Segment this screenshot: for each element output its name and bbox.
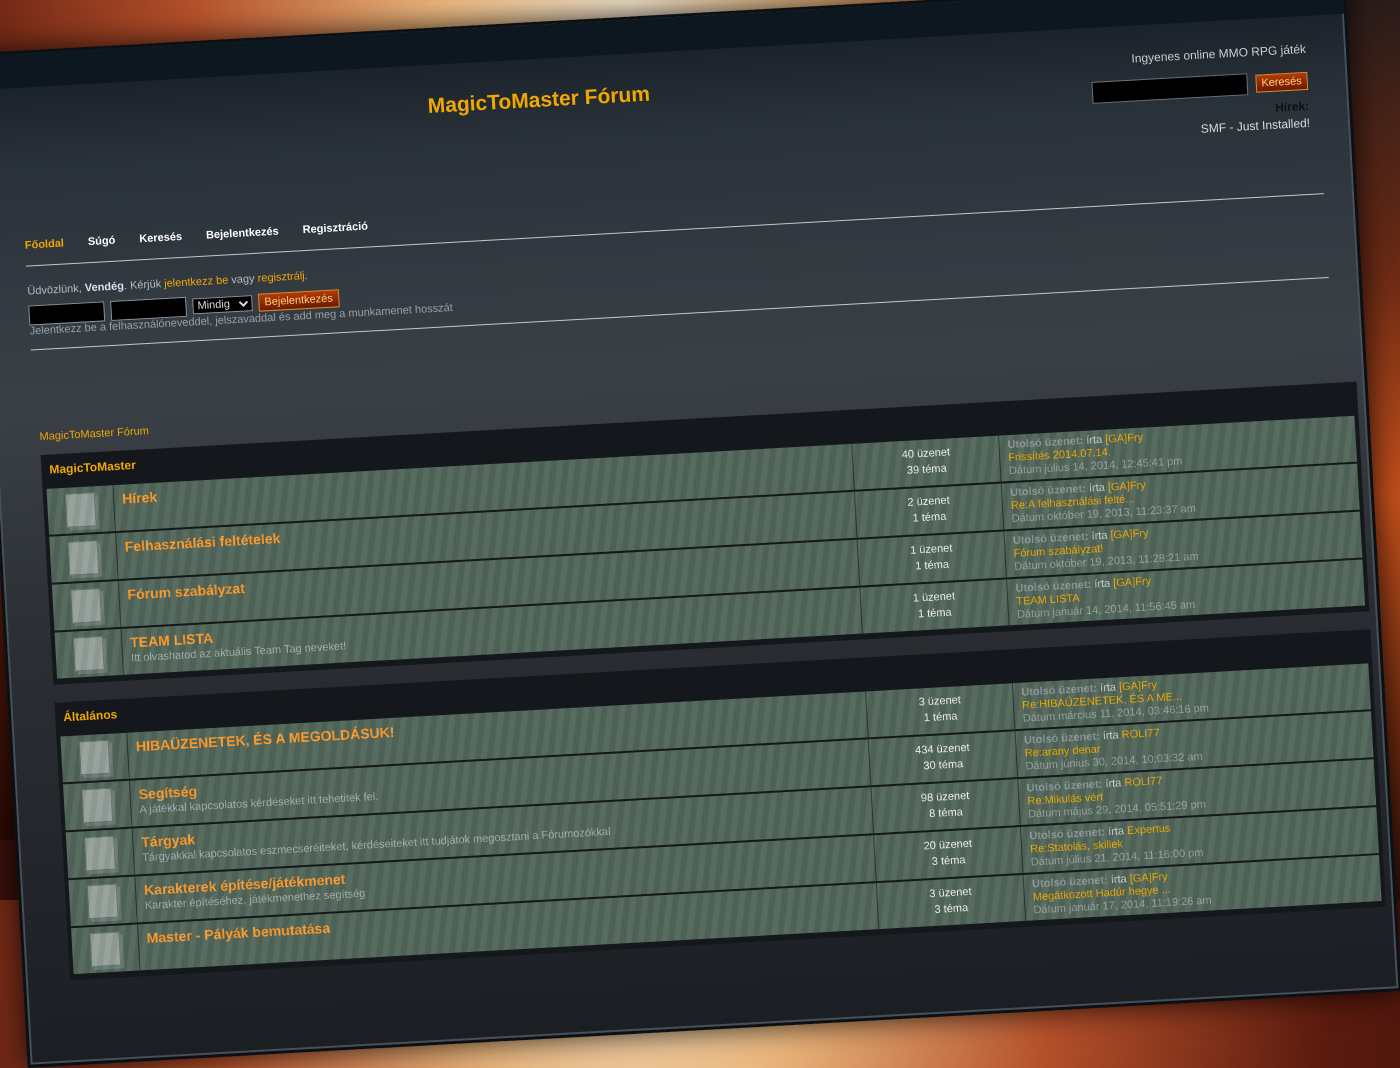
last-post-by: írta — [1091, 529, 1108, 543]
board-stats: 434 üzenet 30 téma — [868, 731, 1019, 786]
board-stats: 3 üzenet 1 téma — [866, 683, 1016, 738]
last-post-label: Utolsó üzenet: — [1015, 578, 1092, 595]
board-icon-cell — [46, 485, 116, 535]
last-post-by: írta — [1105, 777, 1122, 791]
last-post-author[interactable]: Expertus — [1127, 823, 1171, 837]
last-post-by: írta — [1099, 681, 1117, 695]
site-title[interactable]: MagicToMaster Fórum — [427, 83, 650, 119]
tagline: Ingyenes online MMO RPG játék — [1131, 41, 1307, 66]
board-icon-cell — [60, 732, 130, 783]
top-bar — [0, 0, 1344, 91]
board-status-icon — [72, 635, 105, 672]
board-status-icon — [70, 588, 103, 624]
last-post-by: írta — [1110, 873, 1128, 887]
welcome-mid: . Kérjük — [123, 278, 162, 293]
breadcrumb[interactable]: MagicToMaster Fórum — [39, 425, 149, 443]
guest-name: Vendég — [84, 280, 125, 295]
board-status-icon — [84, 835, 116, 872]
board-icon-cell — [49, 533, 119, 583]
search-button[interactable]: Keresés — [1254, 71, 1309, 93]
last-post-by: írta — [1102, 729, 1120, 743]
news-text: SMF - Just Installed! — [1200, 115, 1311, 136]
forum-page: MagicToMaster Fórum Ingyenes online MMO … — [0, 0, 1400, 1068]
board-icon-cell — [54, 628, 125, 679]
board-stats: 1 üzenet 1 téma — [860, 579, 1010, 634]
last-post-by: írta — [1085, 433, 1103, 447]
last-post-by: írta — [1107, 825, 1125, 839]
board-status-icon — [64, 492, 97, 528]
board-stats: 3 üzenet 3 téma — [876, 874, 1027, 930]
welcome-or: vagy — [231, 272, 255, 287]
last-post-author[interactable]: ROLI77 — [1124, 775, 1163, 789]
board-status-icon — [86, 883, 119, 920]
welcome-end: . — [304, 269, 309, 283]
welcome-prefix: Üdvözlünk, — [27, 282, 83, 298]
search-input[interactable] — [1091, 73, 1249, 104]
board-icon-cell — [51, 580, 122, 631]
board-stats: 1 üzenet 1 téma — [857, 531, 1007, 586]
nav-login[interactable]: Bejelentkezés — [206, 226, 279, 242]
last-post-author[interactable]: [GA]Fry — [1105, 432, 1144, 446]
last-post-by: írta — [1093, 577, 1111, 591]
nav-search[interactable]: Keresés — [139, 231, 182, 245]
nav-help[interactable]: Súgó — [88, 235, 116, 249]
board-icon-cell — [63, 780, 133, 831]
session-length-select[interactable]: Mindig — [192, 295, 253, 315]
board-status-icon — [81, 787, 114, 824]
board-status-icon — [67, 540, 100, 576]
board-icon-cell — [68, 876, 138, 927]
register-link[interactable]: regisztrálj — [257, 270, 305, 285]
last-post-author[interactable]: [GA]Fry — [1129, 871, 1168, 885]
board-status-icon — [78, 739, 111, 776]
board-stats: 20 üzenet 3 téma — [874, 827, 1024, 882]
nav-register[interactable]: Regisztráció — [302, 221, 368, 237]
last-post-author[interactable]: [GA]Fry — [1108, 480, 1147, 494]
board-stats: 40 üzenet 39 téma — [852, 435, 1002, 490]
nav-home[interactable]: Főoldal — [25, 238, 65, 252]
last-post-author[interactable]: ROLI77 — [1121, 727, 1160, 741]
news-label: Hírek: — [1274, 98, 1310, 115]
last-post-by: írta — [1088, 481, 1106, 495]
last-post-author[interactable]: [GA]Fry — [1110, 527, 1149, 541]
board-status-icon — [89, 931, 122, 968]
board-icon-cell — [65, 828, 136, 879]
board-stats: 2 üzenet 1 téma — [854, 483, 1005, 538]
last-post-author[interactable]: [GA]Fry — [1113, 575, 1152, 589]
category-magictomaster: MagicToMaster Hírek 40 üzenet 39 téma Uto… — [40, 381, 1370, 685]
board-stats: 98 üzenet 8 téma — [871, 779, 1021, 834]
board-icon-cell — [71, 924, 141, 975]
category-altalanos: Általános HIBAÜZENETEK, ÉS A MEGOLDÁSUK!… — [54, 629, 1386, 981]
search-bar: Keresés — [1091, 70, 1309, 104]
last-post-author[interactable]: [GA]Fry — [1119, 679, 1158, 693]
login-link[interactable]: jelentkezz be — [164, 274, 229, 290]
main-nav: Főoldal Súgó Keresés Bejelentkezés Regis… — [25, 221, 369, 252]
